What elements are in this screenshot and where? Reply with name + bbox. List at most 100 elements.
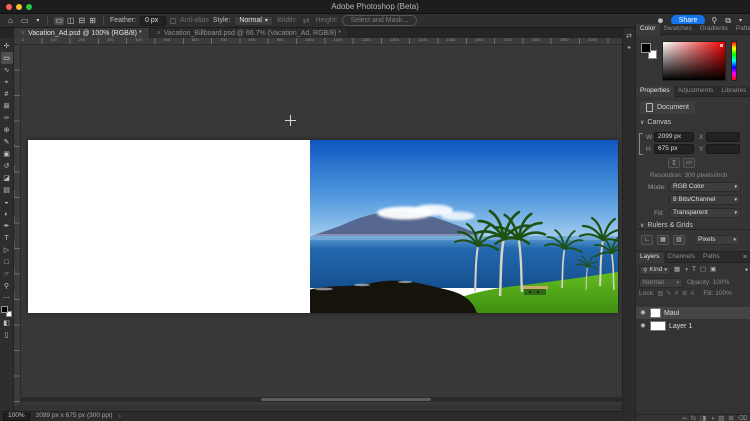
layer-group-icon[interactable]: ▧ [718,416,724,421]
edit-toolbar[interactable]: ⋯ [1,292,13,304]
layer-visibility-icon[interactable]: ◉ [639,310,647,316]
lock-pixels-icon[interactable]: ✎ [666,291,671,297]
subtract-from-selection-icon[interactable]: ⊟ [78,16,87,25]
panel-menu-icon[interactable]: ≡ [743,254,750,261]
layer-row[interactable]: ◉ Layer 1 [636,320,750,332]
rulers-toggle-icon[interactable]: ∟ [641,235,653,245]
brush-tool[interactable]: ✎ [1,136,13,148]
fill-control[interactable]: Fill: 100% [703,290,732,298]
layer-filter-select[interactable]: ⚲ Kind ▾ [639,266,671,275]
link-layers-icon[interactable]: ∞ [682,416,687,421]
swap-dimensions-icon[interactable]: ⇄ [301,16,312,25]
object-selection-tool[interactable]: ⌖ [1,76,13,88]
intersect-selection-icon[interactable]: ⊞ [88,16,97,25]
style-select[interactable]: Normal ▾ [234,15,273,26]
tab-prop-libraries[interactable]: Libraries [717,86,750,97]
home-icon[interactable]: ⌂ [6,16,15,25]
hand-tool[interactable]: ☞ [1,268,13,280]
dodge-tool[interactable]: ◐ [1,208,13,220]
anti-alias-checkbox[interactable] [170,17,177,24]
tab-layers-layers[interactable]: Layers [636,251,664,263]
path-selection-tool[interactable]: ▷ [1,244,13,256]
move-tool[interactable]: ✛ [1,40,13,52]
eyedropper-tool[interactable]: ✑ [1,112,13,124]
tab-color-color[interactable]: Color [636,23,660,35]
comments-icon[interactable]: ❝ [627,46,631,53]
shape-filter-icon[interactable]: ▢ [699,267,707,274]
adjustment-filter-icon[interactable]: ◑ [683,267,689,274]
select-and-mask-button[interactable]: Select and Mask... [341,15,418,26]
double-arrow-icon[interactable]: ⇄ [626,33,632,40]
frame-tool[interactable]: ⊠ [1,100,13,112]
tab-color-swatches[interactable]: Swatches [660,24,696,35]
lock-transparency-icon[interactable]: ▨ [658,291,664,297]
type-filter-icon[interactable]: T [691,267,697,274]
tab-layers-channels[interactable]: Channels [664,252,699,263]
tool-preset-caret-icon[interactable]: ▾ [34,18,41,24]
layer-mask-thumbnail[interactable] [650,308,661,318]
quick-mask-button[interactable]: ◧ [1,317,13,329]
hue-slider[interactable] [731,41,737,81]
rectangular-marquee-tool[interactable]: ▭ [0,52,13,64]
layer-thumbnail[interactable] [650,321,666,331]
tab-prop-adjustments[interactable]: Adjustments [674,86,718,97]
bit-depth-select[interactable]: 8 Bits/Channel ▾ [669,195,741,205]
canvas-area[interactable] [21,45,622,405]
tab-prop-properties[interactable]: Properties [636,85,674,97]
lasso-tool[interactable]: ∿ [1,64,13,76]
pixel-filter-icon[interactable]: ▦ [673,267,681,274]
lock-all-icon[interactable]: A [690,291,694,297]
saturation-picker[interactable] [662,41,726,81]
tab-color-gradients[interactable]: Gradients [696,24,732,35]
tool-preset-marquee-icon[interactable]: ▭ [19,16,31,25]
clone-stamp-tool[interactable]: ▣ [1,148,13,160]
canvas-x-input[interactable] [706,132,740,142]
foreground-color-swatch[interactable] [1,306,8,313]
units-select[interactable]: Pixels ▾ [694,235,740,245]
canvas-height-input[interactable]: 675 px [654,144,694,154]
type-tool[interactable]: T [1,232,13,244]
layer-visibility-icon[interactable]: ◉ [639,323,647,329]
scrollbar-thumb[interactable] [261,398,431,401]
zoom-level-input[interactable]: 100% [3,412,30,421]
canvas-section-header[interactable]: ∨ Canvas [640,119,671,126]
guides-toggle-icon[interactable]: ▥ [673,235,685,245]
color-mode-select[interactable]: RGB Color ▾ [669,182,741,192]
pen-tool[interactable]: ✒ [1,220,13,232]
horizontal-ruler[interactable]: 0 100 200 300 400 500 600 700 800 900 1000 1100 1200… [14,38,622,45]
eraser-tool[interactable]: ◪ [1,172,13,184]
zoom-tool[interactable]: ⚲ [1,280,13,292]
tab-color-patterns[interactable]: Patterns [732,24,750,35]
canvas-width-input[interactable]: 2099 px [654,132,694,142]
add-to-selection-icon[interactable]: ◫ [66,16,76,25]
smart-object-filter-icon[interactable]: ▣ [709,267,717,274]
blur-tool[interactable]: ◒ [1,196,13,208]
crop-tool[interactable]: # [1,88,13,100]
blend-mode-select[interactable]: Normal ▾ [639,278,683,288]
foreground-color-swatch[interactable] [641,43,651,53]
feather-input[interactable]: 0 px [140,15,167,26]
gradient-tool[interactable]: ▤ [1,184,13,196]
new-layer-icon[interactable]: ⊞ [728,416,733,421]
tab-layers-paths[interactable]: Paths [699,252,724,263]
opacity-control[interactable]: Opacity: 100% [687,279,729,287]
color-picker-dot[interactable] [720,44,723,47]
status-chevron-icon[interactable]: › [119,413,121,420]
rectangle-tool[interactable]: □ [1,256,13,268]
grid-toggle-icon[interactable]: ▦ [657,235,669,245]
delete-layer-icon[interactable]: ⌫ [738,416,747,421]
canvas-fill-select[interactable]: Transparent ▾ [669,208,741,218]
layer-mask-icon[interactable]: ◨ [700,416,706,421]
portrait-orientation-button[interactable]: ▯ [668,158,680,168]
document-tab[interactable]: × Vacation_Ad.psd @ 100% (RGB/8) * [14,28,150,38]
filter-toggle-icon[interactable]: ● [745,268,748,273]
close-tab-icon[interactable]: × [21,30,25,37]
adjustment-layer-icon[interactable]: ◑ [710,416,714,421]
close-tab-icon[interactable]: × [157,30,161,37]
screen-mode-button[interactable]: ▯ [1,329,13,341]
landscape-orientation-button[interactable]: ▭ [683,158,695,168]
horizontal-scrollbar[interactable] [21,397,622,402]
document-tab[interactable]: × Vacation_Billboard.psd @ 66.7% (Vacatio… [149,28,350,38]
link-dimensions-bracket[interactable] [639,133,643,155]
layer-row[interactable]: ◉ Maui [636,307,750,319]
